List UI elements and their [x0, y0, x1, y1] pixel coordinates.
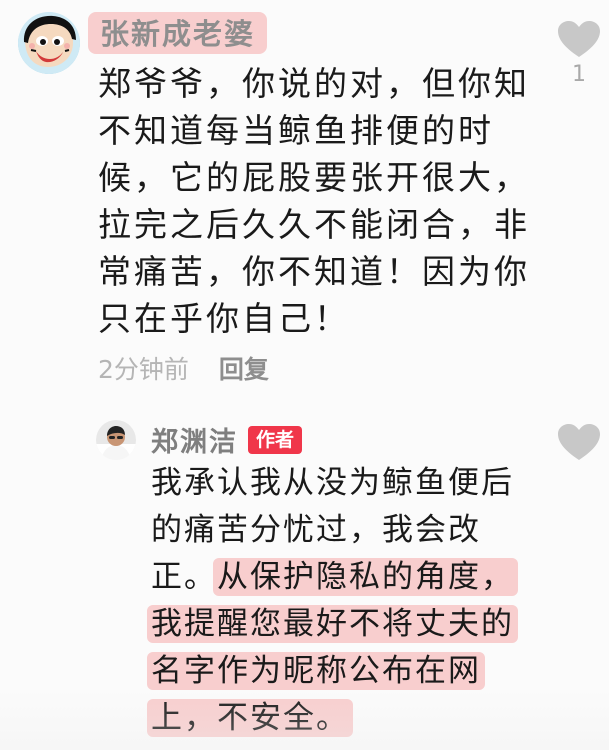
author-badge: 作者: [248, 425, 303, 454]
reply-text-line: 我提醒您最好不将丈夫的: [147, 601, 591, 648]
comment-username[interactable]: 张新成老婆: [88, 12, 268, 54]
heart-icon[interactable]: [556, 423, 602, 463]
reply-text: 我承认我从没为鲸鱼便后 的痛苦分忧过，我会改 正。从保护隐私的角度， 我提醒您最…: [147, 460, 591, 742]
like-count: 1: [572, 62, 586, 87]
comment-timestamp: 2分钟前: [98, 355, 189, 384]
reply-username[interactable]: 郑渊洁: [151, 420, 238, 459]
reply-text-line: 名字作为昵称公布在网: [147, 648, 591, 695]
comment-text-line: 只在乎你自己！: [98, 299, 350, 338]
reply-text-line: 我承认我从没为鲸鱼便后: [151, 460, 591, 507]
reply-text-line: 正。从保护隐私的角度，: [151, 554, 591, 601]
reply-like-control[interactable]: [556, 423, 602, 469]
reply-header: 郑渊洁 作者: [151, 420, 303, 459]
reply-text-highlight: 上，不安全。: [147, 699, 353, 737]
comment-text-line: 郑爷爷，你说的对，但你知: [98, 64, 530, 103]
comment-text-line: 不知道每当鲸鱼排便的时: [98, 111, 494, 150]
person-avatar-svg: [96, 420, 136, 460]
reply-text-plain: 我承认我从没为鲸鱼便后: [151, 465, 514, 501]
comment-text: 郑爷爷，你说的对，但你知 不知道每当鲸鱼排便的时 候，它的屁股要张开很大， 拉完…: [98, 60, 528, 342]
reply-text-plain: 的痛苦分忧过，我会改: [151, 512, 481, 548]
reply-text-plain: 正。: [151, 559, 217, 595]
comment-text-line: 候，它的屁股要张开很大，: [98, 158, 530, 197]
reply-text-highlight: 名字作为昵称公布在网: [147, 652, 485, 690]
reply-button[interactable]: 回复: [219, 350, 269, 386]
person-avatar-icon[interactable]: [96, 420, 136, 460]
comment-meta: 2分钟前 回复: [98, 350, 269, 386]
cartoon-avatar-icon[interactable]: [18, 12, 80, 74]
comment-thread-screen: 张新成老婆 郑爷爷，你说的对，但你知 不知道每当鲸鱼排便的时 候，它的屁股要张开…: [0, 0, 609, 750]
comment-text-line: 常痛苦，你不知道！因为你: [98, 252, 530, 291]
reply-text-highlight: 从保护隐私的角度，: [213, 558, 518, 596]
like-control[interactable]: 1: [556, 20, 602, 100]
reply-text-highlight: 我提醒您最好不将丈夫的: [147, 605, 518, 643]
heart-icon[interactable]: [556, 20, 602, 60]
cartoon-avatar-svg: [18, 12, 80, 74]
reply-text-line: 的痛苦分忧过，我会改: [151, 507, 591, 554]
comment-text-line: 拉完之后久久不能闭合，非: [98, 205, 530, 244]
reply-text-line: 上，不安全。: [147, 695, 591, 742]
